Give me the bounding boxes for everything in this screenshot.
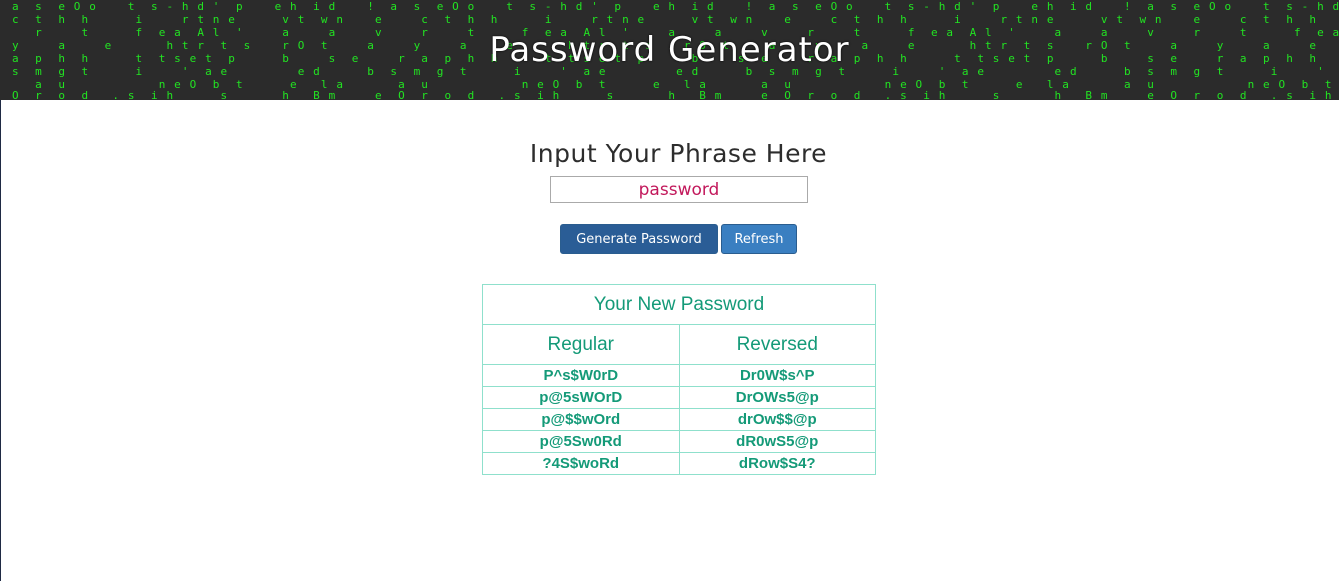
reversed-password-cell: dR0wS5@p (678, 430, 876, 453)
regular-password-cell: ?4S$woRd (482, 452, 680, 475)
reversed-password-cell: drOw$$@p (678, 408, 876, 431)
reversed-password-cell: dRow$S4? (678, 452, 876, 475)
rain-line: a s e O o t s - h d ' p e h i d ! a s e … (12, 0, 1339, 13)
table-row: p@5sWOrD DrOWs5@p (482, 386, 876, 409)
password-results-table: Your New Password Regular Reversed P^s$W… (482, 284, 876, 475)
table-caption-row: Your New Password (482, 284, 876, 325)
table-row: p@$$wOrd drOw$$@p (482, 408, 876, 431)
reversed-password-cell: DrOWs5@p (678, 386, 876, 409)
generate-password-button[interactable]: Generate Password (560, 224, 718, 254)
regular-password-cell: p@$$wOrd (482, 408, 680, 431)
regular-password-cell: p@5Sw0Rd (482, 430, 680, 453)
regular-password-cell: p@5sWOrD (482, 386, 680, 409)
phrase-heading: Input Your Phrase Here (529, 139, 828, 168)
phrase-input[interactable] (550, 176, 808, 203)
left-border (0, 100, 1, 581)
rain-line: O r o d . s i h s h B m e O r o d . s i … (12, 89, 1333, 100)
table-row: p@5Sw0Rd dR0wS5@p (482, 430, 876, 453)
rain-line: c t h h i r t n e v t w n e c t h h i r … (12, 13, 1318, 26)
regular-password-cell: P^s$W0rD (482, 364, 680, 387)
page-title: Password Generator (489, 30, 850, 70)
header-banner: a s e O o t s - h d ' p e h i d ! a s e … (0, 0, 1339, 100)
table-header-row: Regular Reversed (482, 324, 876, 365)
table-row: P^s$W0rD Dr0W$s^P (482, 364, 876, 387)
column-header-regular: Regular (482, 324, 680, 365)
refresh-button[interactable]: Refresh (721, 224, 797, 254)
table-row: ?4S$woRd dRow$S4? (482, 452, 876, 475)
table-title: Your New Password (482, 284, 876, 325)
column-header-reversed: Reversed (678, 324, 876, 365)
reversed-password-cell: Dr0W$s^P (678, 364, 876, 387)
